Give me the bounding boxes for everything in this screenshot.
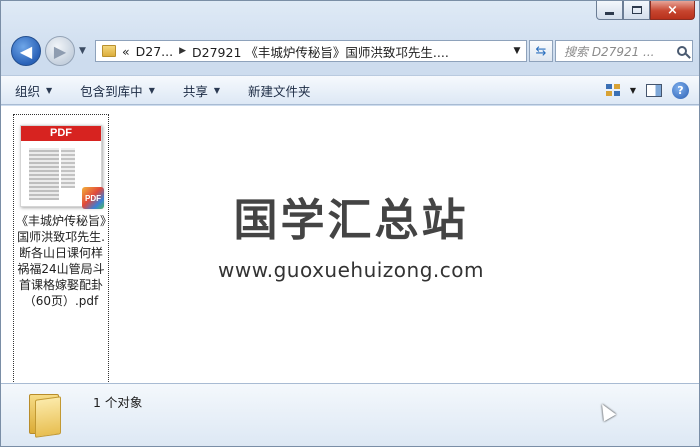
maximize-button[interactable] [623, 1, 650, 20]
back-arrow-icon: ◀ [19, 41, 33, 61]
breadcrumb-parent[interactable]: D27... [136, 44, 173, 59]
watermark: 国学汇总站 www.guoxuehuizong.com [201, 184, 501, 282]
breadcrumb-current[interactable]: D27921 《丰城炉传秘旨》国师洪致邛先生.... [192, 42, 449, 61]
scanned-page-preview [29, 148, 59, 200]
new-folder-button[interactable]: 新建文件夹 [234, 76, 325, 104]
minimize-button[interactable] [596, 1, 623, 20]
back-button[interactable]: ◀ [11, 36, 41, 66]
pdf-thumbnail: PDF PDF [20, 125, 104, 209]
change-view-icon[interactable] [605, 84, 620, 96]
chevron-down-icon: ▼ [148, 85, 155, 95]
view-options-dropdown-icon[interactable]: ▼ [630, 86, 636, 95]
close-button[interactable]: × [650, 1, 695, 20]
recent-pages-dropdown-icon[interactable]: ▼ [79, 46, 86, 56]
watermark-title: 国学汇总站 [233, 195, 469, 246]
breadcrumb-overflow[interactable]: « [122, 44, 130, 59]
file-list: PDF PDF 《丰城炉传秘旨》国师洪致邛先生.断各山日课何样祸福24山管局斗首… [1, 106, 699, 442]
chevron-down-icon: ▼ [213, 85, 221, 95]
item-count: 1 个对象 [93, 395, 143, 410]
share-label: 共享 [182, 83, 208, 99]
pdf-band-label: PDF [21, 126, 101, 141]
file-name[interactable]: 《丰城炉传秘旨》国师洪致邛先生.断各山日课何样祸福24山管局斗首课格嫁娶配卦（6… [14, 213, 108, 309]
watermark-url: www.guoxuehuizong.com [218, 258, 484, 282]
navigation-bar: ◀ ▶ ▼ « D27... ▶ D27921 《丰城炉传秘旨》国师洪致邛先生.… [9, 36, 693, 66]
scanned-page-preview [61, 148, 75, 188]
minimize-icon [605, 11, 614, 15]
command-bar: 组织 ▼ 包含到库中 ▼ 共享 ▼ 新建文件夹 ▼ ? [1, 75, 699, 105]
forward-arrow-icon: ▶ [53, 41, 67, 61]
refresh-icon: ⇆ [535, 43, 547, 59]
breadcrumb-chevron-icon[interactable]: ▶ [179, 46, 186, 56]
details-pane: 1 个对象 [1, 383, 699, 446]
pdf-app-icon: PDF [82, 187, 104, 209]
new-folder-label: 新建文件夹 [248, 83, 311, 99]
organize-menu[interactable]: 组织 ▼ [1, 76, 66, 104]
organize-label: 组织 [15, 83, 41, 99]
share-menu[interactable]: 共享 ▼ [169, 76, 234, 104]
preview-pane-icon[interactable] [646, 83, 662, 97]
help-icon[interactable]: ? [672, 81, 689, 99]
search-placeholder: 搜索 D27921 ... [564, 44, 655, 59]
include-in-library-label: 包含到库中 [80, 83, 143, 99]
maximize-icon [631, 6, 642, 14]
folder-icon [102, 45, 116, 57]
search-icon[interactable] [677, 46, 687, 56]
include-in-library-menu[interactable]: 包含到库中 ▼ [66, 76, 169, 104]
address-dropdown-icon[interactable]: ▼ [508, 46, 526, 56]
chevron-down-icon: ▼ [46, 85, 53, 95]
caption-buttons: × [596, 1, 695, 20]
forward-button[interactable]: ▶ [45, 36, 75, 66]
folder-icon [29, 392, 63, 438]
close-icon: × [667, 2, 678, 18]
refresh-button[interactable]: ⇆ [529, 40, 553, 62]
mouse-cursor-icon [595, 400, 617, 422]
explorer-window: × ◀ ▶ ▼ « D27... ▶ D27921 《丰城炉传秘旨》国师洪致邛先… [0, 0, 700, 447]
search-input[interactable]: 搜索 D27921 ... [555, 40, 693, 62]
address-bar[interactable]: « D27... ▶ D27921 《丰城炉传秘旨》国师洪致邛先生.... ▼ [95, 40, 527, 62]
